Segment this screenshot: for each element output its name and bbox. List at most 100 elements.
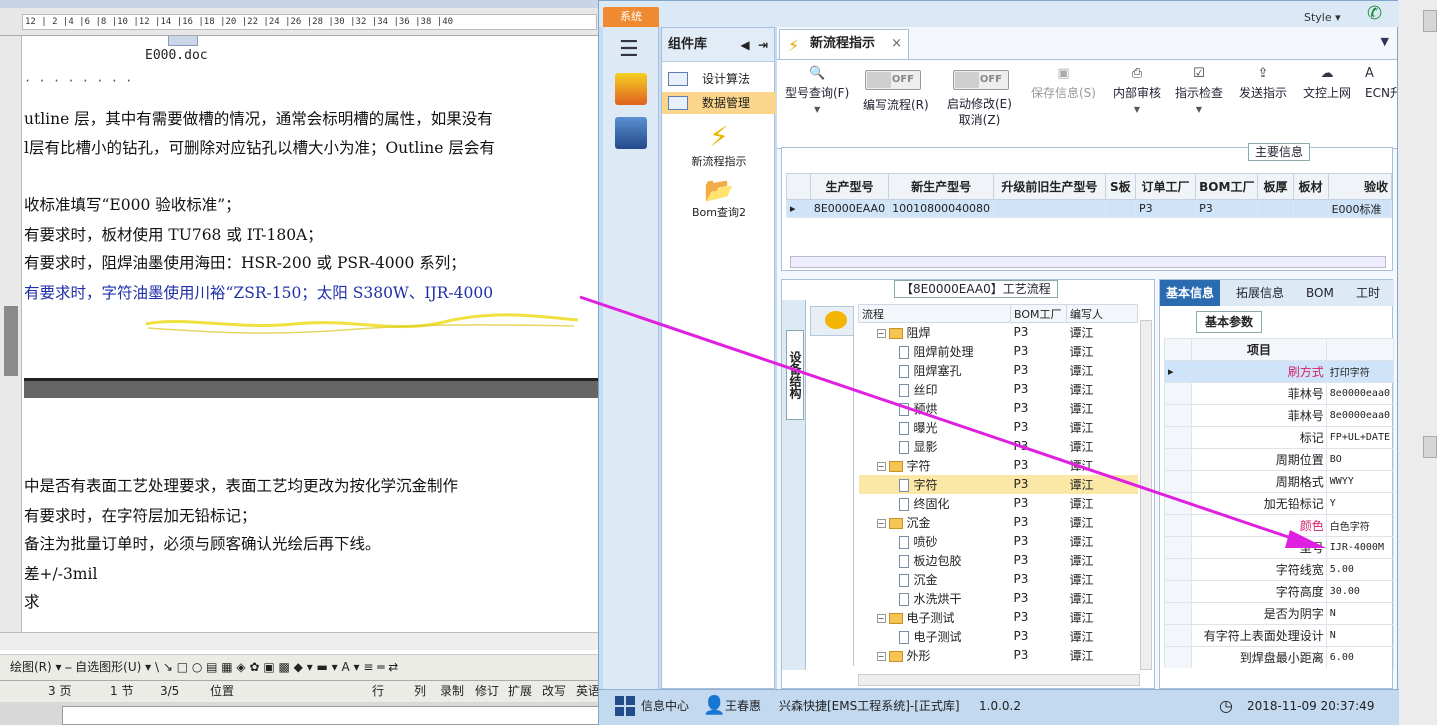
instruction-check-button[interactable]: ☑ 指示检查 ▼	[1175, 66, 1223, 114]
write-flow-toggle[interactable]: OFF	[865, 70, 921, 90]
property-value[interactable]: N	[1325, 602, 1394, 625]
table-cell[interactable]	[1104, 199, 1136, 218]
column-header[interactable]: 订单工厂	[1134, 173, 1197, 200]
column-header[interactable]: 新生产型号	[888, 173, 995, 200]
status-extend[interactable]: 扩展	[508, 681, 532, 701]
tree-row[interactable]: 丝印 P3 谭江	[859, 380, 1138, 399]
tree-row[interactable]: 阻焊前处理 P3 谭江	[859, 342, 1138, 361]
table-cell[interactable]: 10010800040080	[888, 199, 995, 218]
hamburger-menu-icon[interactable]: ☰	[619, 37, 639, 62]
document-page-bottom[interactable]: 中是否有表面工艺处理要求，表面工艺均更改为按化学沉金制作 有要求时，在字符层加无…	[24, 400, 600, 632]
tree-row[interactable]: − 阻焊 P3 谭江	[859, 323, 1138, 342]
tree-row[interactable]: 曝光 P3 谭江	[859, 418, 1138, 437]
tree-node[interactable]: 喷砂	[859, 532, 1011, 551]
tree-node[interactable]: − 电子测试	[859, 608, 1011, 627]
send-instruction-button[interactable]: ⇪ 发送指示	[1239, 66, 1287, 101]
tree-node[interactable]: 电子测试	[859, 627, 1011, 646]
status-overwrite[interactable]: 改写	[542, 681, 566, 701]
tree-node[interactable]: 阻焊塞孔	[859, 361, 1011, 380]
tree-node[interactable]: 预烘	[859, 399, 1011, 418]
tree-row[interactable]: 水洗烘干 P3 谭江	[859, 589, 1138, 608]
column-header[interactable]: 生产型号	[809, 173, 890, 200]
tab-work-hours[interactable]: 工时	[1350, 280, 1386, 306]
property-value[interactable]: N	[1325, 624, 1394, 647]
property-value[interactable]: 8e0000eaa0	[1325, 382, 1394, 405]
table-cell[interactable]	[1257, 199, 1294, 218]
yx-factory-icon[interactable]	[615, 73, 647, 105]
grid-horizontal-scrollbar[interactable]	[790, 256, 1386, 268]
component-design-algorithm[interactable]: 设计算法	[662, 68, 776, 90]
column-header[interactable]: 板材	[1292, 173, 1329, 200]
side-tab-equipment[interactable]: 设备结构	[786, 330, 804, 420]
column-header[interactable]: 流程	[858, 304, 1011, 323]
tree-row[interactable]: 电子测试 P3 谭江	[859, 627, 1138, 646]
tabs-dropdown-icon[interactable]: ▼	[1381, 35, 1389, 48]
tree-node[interactable]: 显影	[859, 437, 1011, 456]
save-info-button[interactable]: ▣ 保存信息(S)	[1031, 66, 1096, 101]
tree-row[interactable]: 预烘 P3 谭江	[859, 399, 1138, 418]
tree-node[interactable]: − 阻焊	[859, 323, 1011, 342]
collapse-icon[interactable]: −	[876, 518, 886, 528]
property-row[interactable]: 颜色 白色字符	[1164, 514, 1394, 537]
property-row[interactable]: 周期格式 WWYY	[1164, 470, 1394, 493]
column-header[interactable]: 验收	[1327, 173, 1393, 200]
comment-button[interactable]	[810, 306, 854, 336]
collapse-icon[interactable]: −	[876, 461, 886, 471]
property-row[interactable]: 加无铅标记 Y	[1164, 492, 1394, 515]
table-row[interactable]: ▸ 8E0000EAA0 10010800040080 P3 P3 E000标准	[786, 199, 1393, 218]
column-header[interactable]: BOM工厂	[1010, 304, 1067, 323]
table-cell[interactable]	[993, 199, 1106, 218]
tab-extended-info[interactable]: 拓展信息	[1230, 280, 1290, 306]
property-row[interactable]: 字符高度 30.00	[1164, 580, 1394, 603]
property-row[interactable]: 标记 FP+UL+DATE	[1164, 426, 1394, 449]
launcher-new-flow[interactable]: ⚡ 新流程指示	[682, 120, 756, 169]
doc-upload-button[interactable]: ☁ 文控上网	[1303, 66, 1351, 101]
tree-row[interactable]: 沉金 P3 谭江	[859, 570, 1138, 589]
property-row[interactable]: 菲林号 8e0000eaa0	[1164, 382, 1394, 405]
tree-horizontal-scrollbar[interactable]	[858, 674, 1140, 686]
internal-review-button[interactable]: ⎙ 内部审核 ▼	[1113, 66, 1161, 114]
table-cell[interactable]: E000标准	[1327, 199, 1393, 218]
column-header[interactable]: 项目	[1191, 338, 1327, 361]
table-cell[interactable]	[1292, 199, 1329, 218]
basic-params-tab[interactable]: 基本参数	[1196, 311, 1262, 333]
tree-row[interactable]: 终固化 P3 谭江	[859, 494, 1138, 513]
tree-row[interactable]: − 电子测试 P3 谭江	[859, 608, 1138, 627]
property-value[interactable]: 白色字符	[1325, 514, 1394, 537]
tree-node[interactable]: − 字符	[859, 456, 1011, 475]
table-cell[interactable]: P3	[1195, 199, 1259, 218]
collapse-icon[interactable]: −	[876, 328, 886, 338]
property-value[interactable]: 打印字符	[1325, 360, 1394, 383]
tree-row[interactable]: − 外形 P3 谭江	[859, 646, 1138, 665]
property-value[interactable]: BO	[1325, 448, 1394, 471]
close-tab-icon[interactable]: ×	[891, 30, 902, 58]
phone-icon[interactable]: ✆	[1367, 3, 1382, 24]
info-center-icon[interactable]	[615, 696, 637, 718]
launcher-bom-query[interactable]: 📂 Bom查询2	[682, 176, 756, 220]
property-value[interactable]: WWYY	[1325, 470, 1394, 493]
drawing-toolbar[interactable]: 绘图(R) ▾ ⎯ 自选图形(U) ▾ \ ↘ □ ○ ▤ ▦ ◈ ✿ ▣ ▩ …	[0, 654, 600, 680]
tree-node[interactable]: 沉金	[859, 570, 1011, 589]
tree-row[interactable]: 字符 P3 谭江	[858, 474, 1138, 494]
tree-node[interactable]: − 沉金	[859, 513, 1011, 532]
property-row[interactable]: ▸ 刷方式 打印字符	[1164, 360, 1394, 383]
panel-nav-buttons[interactable]: ◀ ⇥	[740, 28, 768, 62]
collapse-icon[interactable]: −	[876, 613, 886, 623]
property-value[interactable]: Y	[1325, 492, 1394, 515]
column-header[interactable]: 编写人	[1066, 304, 1138, 323]
status-record[interactable]: 录制	[440, 681, 464, 701]
model-query-button[interactable]: 🔍 型号查询(F) ▼	[785, 66, 849, 114]
info-center-link[interactable]: 信息中心	[641, 690, 689, 722]
property-value[interactable]: 8e0000eaa0	[1325, 404, 1394, 427]
tree-node[interactable]: 水洗烘干	[859, 589, 1011, 608]
property-row[interactable]: 菲林号 8e0000eaa0	[1164, 404, 1394, 427]
tab-basic-info[interactable]: 基本信息	[1160, 280, 1221, 306]
property-row[interactable]: 型号 IJR-4000M	[1164, 536, 1394, 559]
tree-node[interactable]: 板边包胶	[859, 551, 1011, 570]
tree-node[interactable]: 丝印	[859, 380, 1011, 399]
property-row[interactable]: 字符线宽 5.00	[1164, 558, 1394, 581]
column-header[interactable]: BOM工厂	[1195, 173, 1259, 200]
property-row[interactable]: 到焊盘最小距离 6.00	[1164, 646, 1394, 668]
column-header[interactable]: 升级前旧生产型号	[993, 173, 1106, 200]
tree-node[interactable]: 曝光	[859, 418, 1011, 437]
